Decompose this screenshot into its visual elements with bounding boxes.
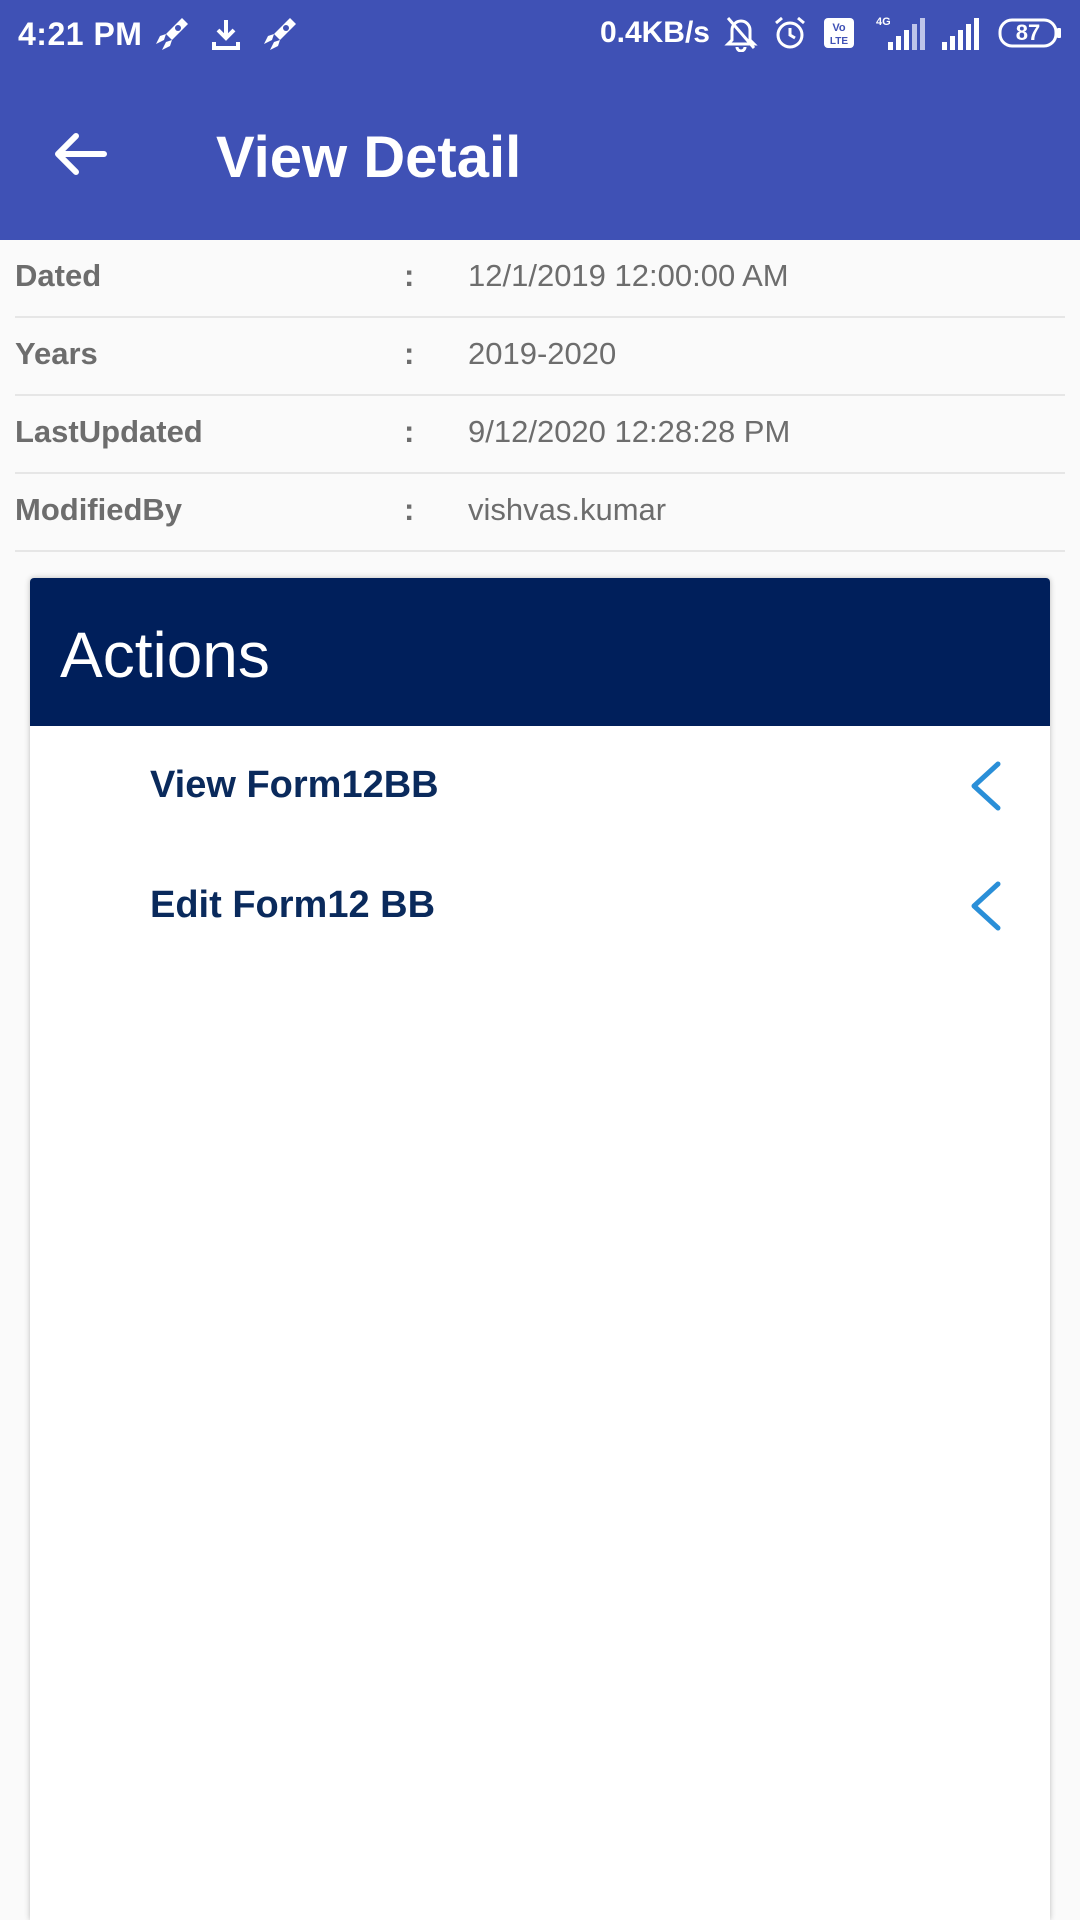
notification-icons: [152, 14, 300, 54]
page-title: View Detail: [216, 125, 522, 190]
action-item-view-form12bb[interactable]: View Form12BB: [30, 726, 1050, 846]
detail-colon: :: [404, 492, 415, 527]
detail-row-years: Years : 2019-2020: [15, 318, 1065, 396]
detail-row-modifiedby: ModifiedBy : vishvas.kumar: [15, 474, 1065, 552]
svg-text:LTE: LTE: [830, 36, 848, 47]
actions-header: Actions: [30, 578, 1050, 726]
actions-title: Actions: [60, 619, 270, 691]
detail-label: Dated: [15, 258, 102, 293]
actions-card: Actions View Form12BB Edit Form12 BB: [30, 578, 1050, 1920]
detail-label: Years: [15, 336, 98, 371]
action-label: Edit Form12 BB: [150, 884, 436, 926]
rocket-icon: [152, 14, 192, 54]
network-speed: 0.4KB/s: [599, 16, 710, 49]
back-button[interactable]: [44, 120, 116, 192]
svg-text:4G: 4G: [876, 16, 891, 28]
detail-colon: :: [404, 258, 415, 293]
chevron-left-icon: [968, 760, 1004, 812]
arrow-left-icon: [52, 130, 108, 183]
detail-label: LastUpdated: [15, 414, 203, 449]
bell-off-icon: [724, 14, 758, 52]
detail-value: 9/12/2020 12:28:28 PM: [468, 414, 791, 449]
alarm-icon: [772, 14, 808, 52]
battery-level: 87: [1015, 20, 1041, 45]
status-time: 4:21 PM: [18, 16, 143, 52]
volte-icon: Vo LTE: [822, 16, 856, 50]
rocket-icon: [260, 14, 300, 54]
detail-colon: :: [404, 414, 415, 449]
chevron-left-icon: [968, 880, 1004, 932]
detail-label: ModifiedBy: [15, 492, 183, 527]
download-icon: [208, 14, 244, 54]
battery-icon: 87: [998, 18, 1062, 48]
action-item-edit-form12bb[interactable]: Edit Form12 BB: [30, 846, 1050, 966]
detail-row-lastupdated: LastUpdated : 9/12/2020 12:28:28 PM: [15, 396, 1065, 474]
signal-icon: [940, 14, 984, 52]
signal-4g-icon: 4G: [870, 14, 926, 52]
detail-value: vishvas.kumar: [468, 492, 667, 527]
app-bar: View Detail: [0, 72, 1080, 240]
detail-colon: :: [404, 336, 415, 371]
detail-row-dated: Dated : 12/1/2019 12:00:00 AM: [15, 240, 1065, 318]
status-bar: 4:21 PM 0.4KB/s Vo LTE 4G 87: [0, 0, 1080, 72]
detail-value: 12/1/2019 12:00:00 AM: [468, 258, 789, 293]
detail-list: Dated : 12/1/2019 12:00:00 AM Years : 20…: [15, 240, 1065, 552]
action-label: View Form12BB: [150, 764, 439, 806]
svg-text:Vo: Vo: [832, 22, 846, 34]
detail-value: 2019-2020: [468, 336, 617, 371]
